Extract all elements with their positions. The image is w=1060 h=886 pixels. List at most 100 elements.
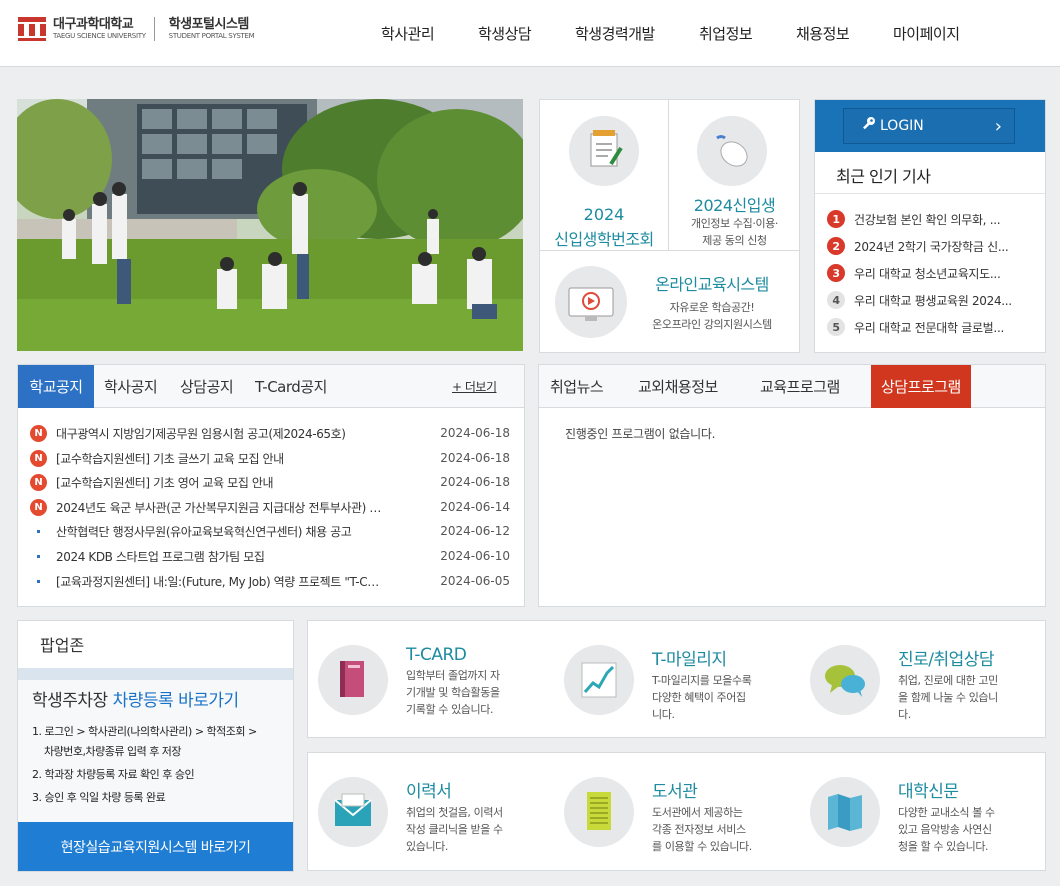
notice-date: 2024-06-12 bbox=[440, 524, 510, 538]
chevron-right-icon: › bbox=[994, 115, 1002, 137]
nav-recruit[interactable]: 채용정보 bbox=[796, 0, 850, 67]
nav-counseling[interactable]: 학생상담 bbox=[478, 0, 532, 67]
service-title: 도서관 bbox=[652, 782, 698, 802]
chat-icon bbox=[810, 645, 880, 715]
service-row-1: T-CARD 입학부터 졸업까지 자기개발 및 학습활동을기록할 수 있습니다.… bbox=[307, 620, 1046, 738]
popular-title: 최근 인기 기사 bbox=[836, 167, 931, 186]
notice-title: [교수학습지원센터] 기초 글쓰기 교육 모집 안내 bbox=[56, 451, 284, 466]
service-title: T-CARD bbox=[406, 645, 467, 665]
bullet-icon bbox=[30, 554, 47, 558]
notice-row[interactable]: 2024 KDB 스타트업 프로그램 참가팀 모집 2024-06-10 bbox=[30, 546, 510, 566]
notice-row[interactable]: [교육과정지원센터] 내:일:(Future, My Job) 역량 프로젝트 … bbox=[30, 571, 510, 591]
key-icon bbox=[860, 116, 878, 136]
popular-item-text: 우리 대학교 청소년교육지도... bbox=[854, 266, 1001, 281]
rank-badge: 5 bbox=[827, 318, 845, 336]
notice-title: 2024 KDB 스타트업 프로그램 참가팀 모집 bbox=[56, 549, 265, 564]
bullet-icon bbox=[30, 579, 47, 583]
service-desc-line: 를 이용할 수 있습니다. bbox=[652, 840, 752, 853]
new-badge: N bbox=[30, 449, 47, 467]
logo-eng: TAEGU SCIENCE UNIVERSITY bbox=[53, 32, 146, 40]
service-title: T-마일리지 bbox=[652, 650, 727, 670]
nav-career[interactable]: 학생경력개발 bbox=[575, 0, 655, 67]
student-number-lookup[interactable]: 2024 신입생학번조회 bbox=[540, 100, 668, 250]
header: 대구과학대학교 TAEGU SCIENCE UNIVERSITY 학생포털시스템… bbox=[0, 0, 1060, 67]
new-badge: N bbox=[30, 473, 47, 491]
service-title: 대학신문 bbox=[898, 782, 959, 802]
popular-item[interactable]: 3 우리 대학교 청소년교육지도... bbox=[827, 264, 1001, 282]
nav-employment[interactable]: 취업정보 bbox=[699, 0, 753, 67]
notice-title: 산학협력단 행정사무원(유아교육보육혁신연구센터) 채용 공고 bbox=[56, 524, 352, 539]
bullet-icon bbox=[30, 529, 47, 533]
login-button[interactable]: LOGIN › bbox=[843, 108, 1015, 144]
notice-date: 2024-06-18 bbox=[440, 475, 510, 489]
service-counseling[interactable]: 진로/취업상담 취업, 진로에 대한 고민 을 함께 나눌 수 있습니 다. bbox=[810, 645, 998, 723]
popup-title: 팝업존 bbox=[40, 636, 85, 655]
service-tcard[interactable]: T-CARD 입학부터 졸업까지 자기개발 및 학습활동을기록할 수 있습니다. bbox=[318, 645, 500, 718]
tab-counsel-program[interactable]: 상담프로그램 bbox=[871, 365, 971, 408]
popular-list: 1 건강보험 본인 확인 의무화, ... 2 2024년 2학기 국가장학금 신.… bbox=[815, 200, 1045, 350]
tab-academic-notice[interactable]: 학사공지 bbox=[104, 365, 158, 408]
rank-badge: 3 bbox=[827, 264, 845, 282]
popular-item[interactable]: 5 우리 대학교 전문대학 글로벌... bbox=[827, 318, 1004, 336]
tab-job-news[interactable]: 취업뉴스 bbox=[550, 365, 604, 408]
tab-school-notice[interactable]: 학교공지 bbox=[18, 365, 94, 408]
service-tmileage[interactable]: T-마일리지 T-마일리지를 모을수록 다양한 혜택이 주어집 니다. bbox=[564, 645, 752, 723]
university-logo[interactable]: 대구과학대학교 TAEGU SCIENCE UNIVERSITY 학생포털시스템… bbox=[17, 16, 255, 42]
service-title: 이력서 bbox=[406, 782, 452, 802]
popular-item[interactable]: 2 2024년 2학기 국가장학금 신... bbox=[827, 237, 1009, 255]
service-desc-line: 다. bbox=[898, 708, 911, 721]
student-number-year: 2024 bbox=[583, 205, 625, 224]
tab-education-program[interactable]: 교육프로그램 bbox=[760, 365, 840, 408]
tab-counsel-notice[interactable]: 상담공지 bbox=[180, 365, 234, 408]
notice-row[interactable]: N 2024년도 육군 부사관(군 가산복무지원금 지급대상 전투부사관) 모집 … bbox=[30, 497, 510, 517]
popular-item[interactable]: 1 건강보험 본인 확인 의무화, ... bbox=[827, 210, 1001, 228]
tab-tcard-notice[interactable]: T-Card공지 bbox=[255, 365, 327, 408]
popular-item-text: 2024년 2학기 국가장학금 신... bbox=[854, 239, 1009, 254]
banner-heading-1: 학생주차장 bbox=[32, 691, 113, 711]
service-resume[interactable]: 이력서 취업의 첫걸음, 이력서 작성 클리닉을 받을 수 있습니다. bbox=[318, 777, 503, 855]
popular-item[interactable]: 4 우리 대학교 평생교육원 2024... bbox=[827, 291, 1012, 309]
service-desc-line: 기개발 및 학습활동을 bbox=[406, 686, 500, 699]
parking-banner[interactable]: 학생주차장 차량등록 바로가기 1. 로그인 > 학사관리(나의학사관리) > … bbox=[18, 668, 293, 822]
notice-date: 2024-06-18 bbox=[440, 426, 510, 440]
notice-row[interactable]: 산학협력단 행정사무원(유아교육보육혁신연구센터) 채용 공고 2024-06-1… bbox=[30, 521, 510, 541]
service-desc-line: 취업의 첫걸음, 이력서 bbox=[406, 806, 503, 819]
more-link[interactable]: + 더보기 bbox=[452, 365, 497, 408]
mail-icon bbox=[318, 777, 388, 847]
portal-name: 학생포털시스템 bbox=[168, 17, 250, 32]
service-desc-line: 취업, 진로에 대한 고민 bbox=[898, 674, 998, 687]
jobs-tabs: 취업뉴스 교외채용정보 교육프로그램 상담프로그램 bbox=[539, 365, 1045, 408]
notice-row[interactable]: N [교수학습지원센터] 기초 글쓰기 교육 모집 안내 2024-06-18 bbox=[30, 448, 510, 468]
notice-panel: 학교공지 학사공지 상담공지 T-Card공지 + 더보기 N 대구광역시 지방임… bbox=[17, 364, 525, 607]
service-desc-line: 다양한 혜택이 주어집 bbox=[652, 691, 746, 704]
nav-mypage[interactable]: 마이페이지 bbox=[893, 0, 960, 67]
empty-message: 진행중인 프로그램이 없습니다. bbox=[565, 427, 716, 441]
step-3: 3. 승인 후 익일 차량 등록 완료 bbox=[32, 791, 166, 804]
service-desc-line: 기록할 수 있습니다. bbox=[406, 703, 494, 716]
rank-badge: 2 bbox=[827, 237, 845, 255]
notice-tabs: 학교공지 학사공지 상담공지 T-Card공지 + 더보기 bbox=[18, 365, 524, 408]
portal-eng: STUDENT PORTAL SYSTEM bbox=[168, 32, 255, 40]
notice-row[interactable]: N 대구광역시 지방임기제공무원 임용시험 공고(제2024-65호) 2024-0… bbox=[30, 423, 510, 443]
notice-title: 대구광역시 지방임기제공무원 임용시험 공고(제2024-65호) bbox=[56, 426, 346, 441]
popular-item-text: 건강보험 본인 확인 의무화, ... bbox=[854, 212, 1001, 227]
field-practice-link[interactable]: 현장실습교육지원시스템 바로가기 bbox=[18, 822, 293, 871]
login-label: LOGIN bbox=[880, 118, 924, 134]
service-desc-line: 있습니다. bbox=[406, 840, 448, 853]
service-newspaper[interactable]: 대학신문 다양한 교내소식 볼 수 있고 음악방송 사연신 청을 할 수 있습니다. bbox=[810, 777, 995, 855]
popular-divider bbox=[815, 193, 1045, 194]
notice-row[interactable]: N [교수학습지원센터] 기초 영어 교육 모집 안내 2024-06-18 bbox=[30, 472, 510, 492]
nav-academic[interactable]: 학사관리 bbox=[381, 0, 435, 67]
service-desc-line: 있고 음악방송 사연신 bbox=[898, 823, 992, 836]
popular-item-text: 우리 대학교 평생교육원 2024... bbox=[854, 293, 1012, 308]
campus-hero-image bbox=[17, 99, 523, 351]
online-education-system[interactable]: 온라인교육시스템 자유로운 학습공간! 온오프라인 강의지원시스템 bbox=[540, 251, 800, 353]
service-desc-line: 입학부터 졸업까지 자 bbox=[406, 669, 500, 682]
service-desc-line: 도서관에서 제공하는 bbox=[652, 806, 743, 819]
freshman-consent[interactable]: 2024신입생 개인정보 수집·이용· 제공 동의 신청 bbox=[669, 100, 800, 250]
service-library[interactable]: 도서관 도서관에서 제공하는 각종 전자정보 서비스 를 이용할 수 있습니다. bbox=[564, 777, 752, 855]
rank-badge: 4 bbox=[827, 291, 845, 309]
tab-external-recruit[interactable]: 교외채용정보 bbox=[638, 365, 718, 408]
map-icon bbox=[810, 777, 880, 847]
logo-mark-icon bbox=[17, 16, 47, 42]
